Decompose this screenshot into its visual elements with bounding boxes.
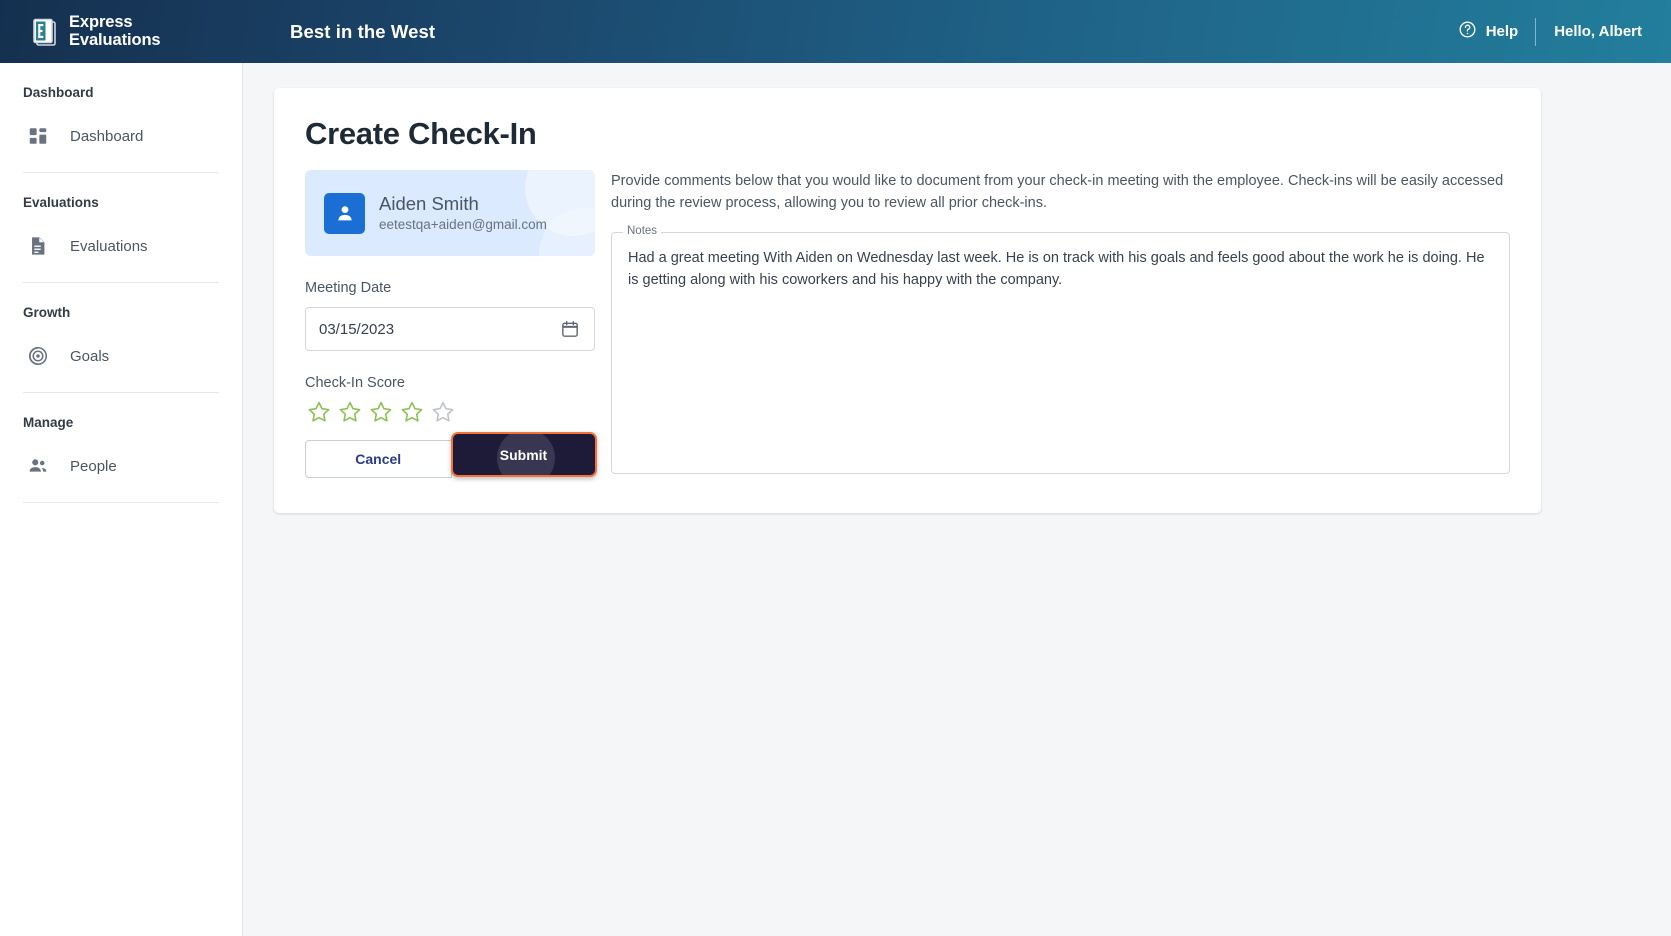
sidebar-item-evaluations[interactable]: Evaluations — [23, 221, 219, 271]
star-icon-1[interactable] — [307, 400, 331, 424]
submit-button-wrapper: Submit — [450, 432, 597, 478]
submit-button-label: Submit — [499, 446, 548, 463]
sidebar-item-dashboard[interactable]: Dashboard — [23, 111, 219, 161]
checkin-form-left-column: Aiden Smith eetestqa+aiden@gmail.com Mee… — [305, 170, 597, 478]
star-icon-4[interactable] — [400, 400, 424, 424]
help-button[interactable]: Help — [1458, 20, 1536, 43]
question-circle-icon — [1458, 20, 1477, 43]
brand-name: Express Evaluations — [69, 13, 161, 49]
sidebar-item-label: People — [70, 457, 117, 475]
calendar-icon[interactable] — [560, 319, 580, 339]
submit-button[interactable]: Submit — [450, 432, 597, 477]
employee-identity: Aiden Smith eetestqa+aiden@gmail.com — [379, 192, 547, 234]
create-checkin-card: Create Check-In Aiden Smith eetestqa+aid… — [274, 88, 1541, 513]
star-icon-3[interactable] — [369, 400, 393, 424]
sidebar-item-goals[interactable]: Goals — [23, 331, 219, 381]
checkin-score-label: Check-In Score — [305, 375, 405, 391]
checkin-form-right-column: Provide comments below that you would li… — [611, 170, 1510, 474]
target-spiral-icon — [27, 345, 49, 367]
dashboard-grid-icon — [27, 125, 49, 147]
meeting-date-label: Meeting Date — [305, 280, 392, 296]
checkin-score-rating[interactable] — [305, 400, 595, 424]
meeting-date-value[interactable]: 03/15/2023 — [319, 321, 394, 338]
employee-card: Aiden Smith eetestqa+aiden@gmail.com — [305, 170, 595, 256]
app-header: Express Evaluations Best in the West Hel… — [0, 0, 1671, 63]
sidebar-section-title-manage: Manage — [23, 415, 74, 430]
help-label: Help — [1485, 23, 1519, 40]
person-avatar-icon — [324, 192, 365, 234]
people-group-icon — [27, 455, 49, 477]
stacked-documents-e-logo-icon — [31, 17, 57, 47]
sidebar-section-title-growth: Growth — [23, 305, 71, 320]
notes-fieldset[interactable]: Notes — [611, 225, 1510, 474]
page-title: Create Check-In — [305, 116, 537, 151]
cancel-button[interactable]: Cancel — [305, 440, 452, 478]
document-lines-icon — [27, 235, 49, 257]
header-actions: Help Hello, Albert — [1458, 0, 1671, 63]
user-greeting-menu[interactable]: Hello, Albert — [1536, 23, 1642, 40]
form-actions: Cancel Submit — [305, 432, 597, 478]
star-icon-5[interactable] — [431, 400, 455, 424]
notes-legend: Notes — [623, 225, 662, 237]
employee-name: Aiden Smith — [379, 193, 479, 214]
sidebar-divider — [23, 502, 219, 503]
sidebar-item-label: Dashboard — [70, 127, 144, 145]
brand[interactable]: Express Evaluations — [0, 13, 259, 49]
sidebar: Dashboard Dashboard Evaluations Evaluati… — [0, 63, 243, 936]
sidebar-item-label: Evaluations — [70, 237, 148, 255]
meeting-date-field[interactable]: 03/15/2023 — [305, 307, 595, 351]
sidebar-item-people[interactable]: People — [23, 441, 219, 491]
organization-title: Best in the West — [290, 20, 436, 42]
star-icon-2[interactable] — [338, 400, 362, 424]
intro-text: Provide comments below that you would li… — [611, 173, 1504, 211]
main-content: Create Check-In Aiden Smith eetestqa+aid… — [243, 63, 1671, 936]
sidebar-item-label: Goals — [70, 347, 110, 365]
notes-textarea[interactable] — [612, 233, 1509, 473]
sidebar-section-title-dashboard: Dashboard — [23, 85, 94, 100]
sidebar-section-title-evaluations: Evaluations — [23, 195, 99, 210]
employee-email: eetestqa+aiden@gmail.com — [379, 217, 547, 232]
